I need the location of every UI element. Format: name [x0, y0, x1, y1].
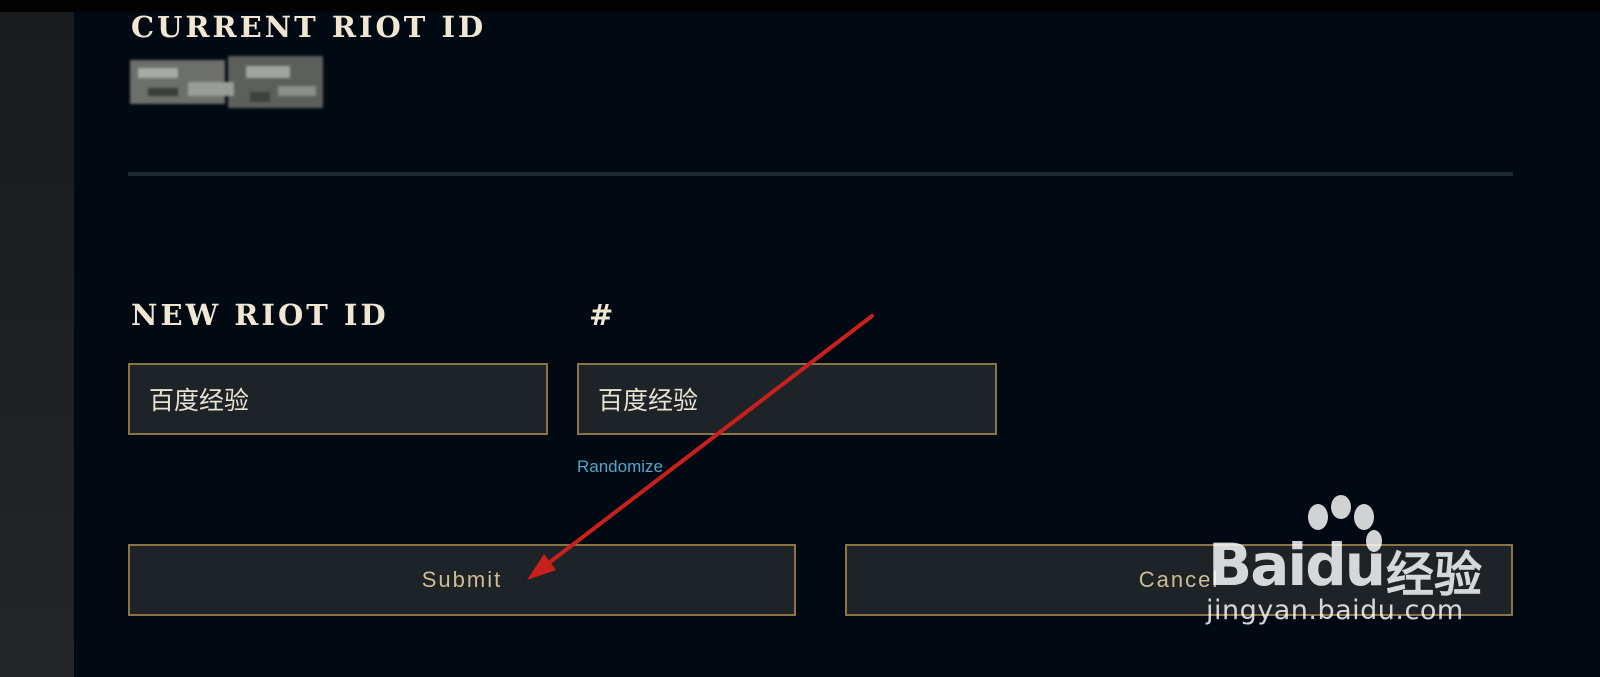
- left-side-strip: [0, 12, 74, 677]
- new-riot-id-heading: NEW RIOT ID: [131, 298, 389, 332]
- tagline-hash-label: #: [589, 298, 614, 332]
- current-riot-id-heading: CURRENT RIOT ID: [131, 10, 487, 44]
- cancel-button[interactable]: Cancel: [845, 544, 1513, 616]
- riot-id-tagline-input[interactable]: [577, 363, 997, 435]
- submit-button[interactable]: Submit: [128, 544, 796, 616]
- current-riot-id-value-redacted: [130, 56, 323, 108]
- riot-id-name-input[interactable]: [128, 363, 548, 435]
- randomize-link[interactable]: Randomize: [577, 457, 663, 477]
- section-divider: [128, 172, 1513, 176]
